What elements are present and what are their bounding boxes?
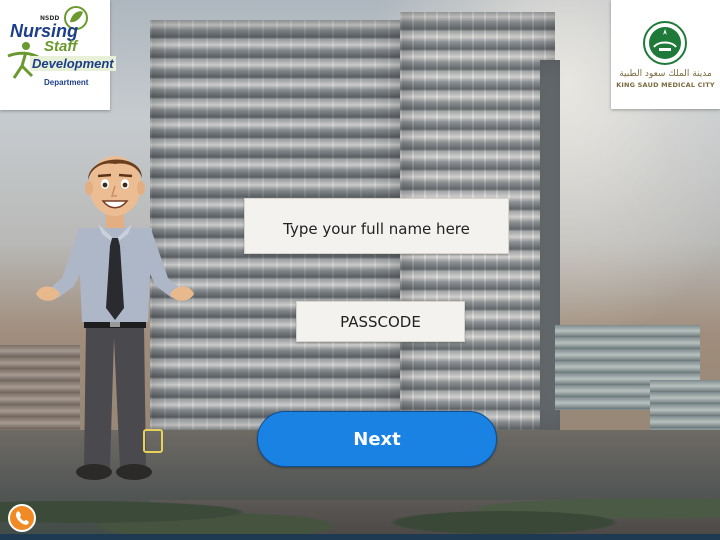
call-button[interactable] — [8, 504, 36, 532]
full-name-input[interactable] — [244, 198, 509, 254]
presenter-character — [36, 156, 194, 480]
bottom-bar — [0, 534, 720, 540]
ksmc-english-name: KING SAUD MEDICAL CITY — [616, 81, 715, 89]
logo-word-development: Development — [30, 56, 116, 71]
phone-icon — [15, 511, 29, 525]
logo-word-staff: Staff — [44, 38, 78, 55]
ksmc-arabic-name: مدينة الملك سعود الطبية — [619, 69, 712, 79]
passcode-input[interactable] — [296, 301, 465, 342]
logo-word-department: Department — [44, 78, 89, 87]
nsdd-logo: NSDD Nursing Staff Development Departmen… — [0, 0, 116, 110]
slide-marker — [143, 429, 163, 453]
next-button[interactable]: Next — [257, 411, 497, 467]
ksmc-emblem-icon — [643, 21, 687, 65]
